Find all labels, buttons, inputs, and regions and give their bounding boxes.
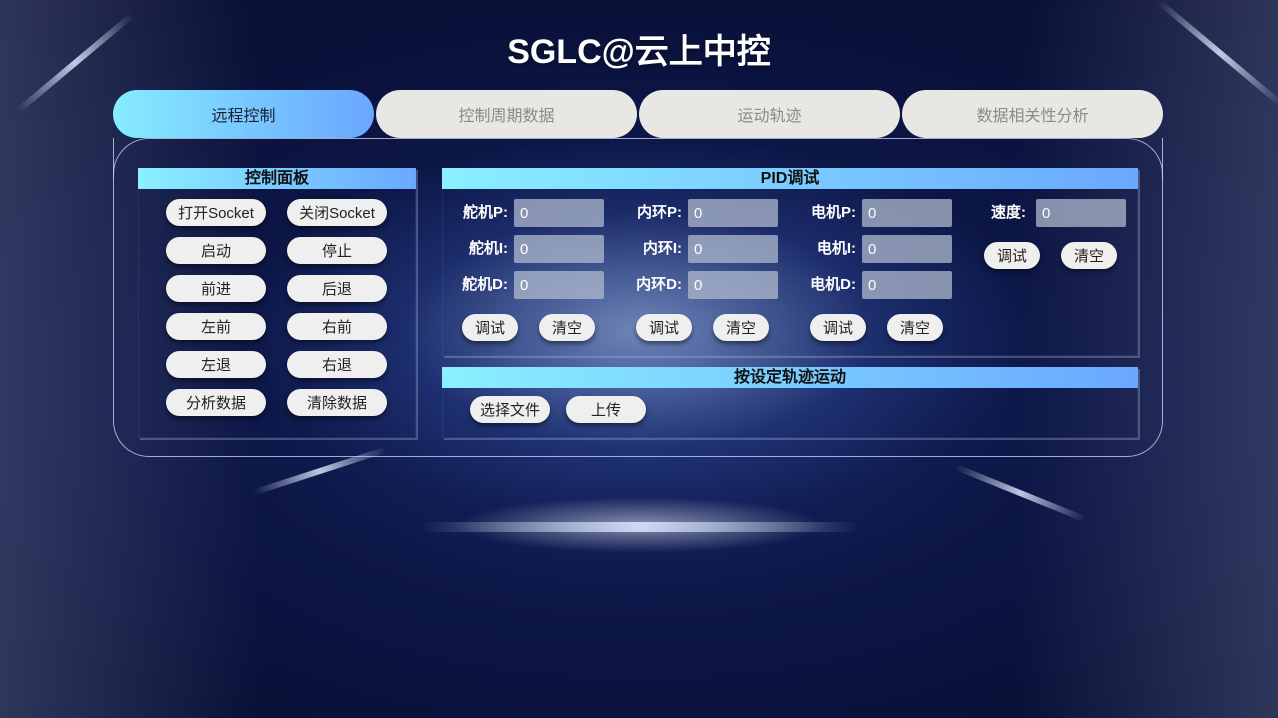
control-panel-title: 控制面板 [138,168,416,189]
left-forward-button[interactable]: 左前 [166,313,266,340]
app-title: SGLC@云上中控 [507,33,771,71]
open-socket-button[interactable]: 打开Socket [166,199,266,226]
motor-clear-button[interactable]: 清空 [887,314,943,341]
upload-button[interactable]: 上传 [566,396,646,423]
select-file-button[interactable]: 选择文件 [470,396,550,423]
start-button[interactable]: 启动 [166,237,266,264]
servo-d-input[interactable] [514,271,604,299]
motor-p-label: 电机P: [810,204,856,221]
motor-i-label: 电机I: [816,240,856,257]
motor-d-label: 电机D: [810,276,856,293]
inner-loop-d-label: 内环D: [636,276,682,293]
servo-i-input[interactable] [514,235,604,263]
tab-control-cycle-data[interactable]: 控制周期数据 [376,90,637,138]
inner-loop-p-input[interactable] [688,199,778,227]
inner-loop-p-label: 内环P: [636,204,682,221]
speed-label: 速度: [991,204,1026,221]
trajectory-panel-title: 按设定轨迹运动 [442,367,1138,388]
servo-p-label: 舵机P: [462,204,508,221]
servo-i-label: 舵机I: [468,240,508,257]
inner-loop-d-input[interactable] [688,271,778,299]
app-background: SGLC@云上中控 远程控制 控制周期数据 运动轨迹 数据相关性分析 控制面板 … [0,0,1278,718]
motor-debug-button[interactable]: 调试 [810,314,866,341]
clear-data-button[interactable]: 清除数据 [287,389,387,416]
motor-i-input[interactable] [862,235,952,263]
inner-loop-clear-button[interactable]: 清空 [713,314,769,341]
servo-d-label: 舵机D: [462,276,508,293]
pid-panel-title: PID调试 [442,168,1138,189]
servo-debug-button[interactable]: 调试 [462,314,518,341]
inner-loop-debug-button[interactable]: 调试 [636,314,692,341]
right-back-button[interactable]: 右退 [287,351,387,378]
tab-bar: 远程控制 控制周期数据 运动轨迹 数据相关性分析 [113,90,1163,138]
motor-d-input[interactable] [862,271,952,299]
speed-input[interactable] [1036,199,1126,227]
tab-motion-trajectory[interactable]: 运动轨迹 [639,90,900,138]
tab-remote-control[interactable]: 远程控制 [113,90,374,138]
backward-button[interactable]: 后退 [287,275,387,302]
servo-p-input[interactable] [514,199,604,227]
left-back-button[interactable]: 左退 [166,351,266,378]
inner-loop-i-label: 内环I: [642,240,682,257]
close-socket-button[interactable]: 关闭Socket [287,199,387,226]
right-forward-button[interactable]: 右前 [287,313,387,340]
inner-loop-i-input[interactable] [688,235,778,263]
motor-p-input[interactable] [862,199,952,227]
stop-button[interactable]: 停止 [287,237,387,264]
servo-clear-button[interactable]: 清空 [539,314,595,341]
speed-clear-button[interactable]: 清空 [1061,242,1117,269]
decor-light-beam [420,522,860,532]
forward-button[interactable]: 前进 [166,275,266,302]
tab-correlation-analysis[interactable]: 数据相关性分析 [902,90,1163,138]
analyze-data-button[interactable]: 分析数据 [166,389,266,416]
speed-debug-button[interactable]: 调试 [984,242,1040,269]
